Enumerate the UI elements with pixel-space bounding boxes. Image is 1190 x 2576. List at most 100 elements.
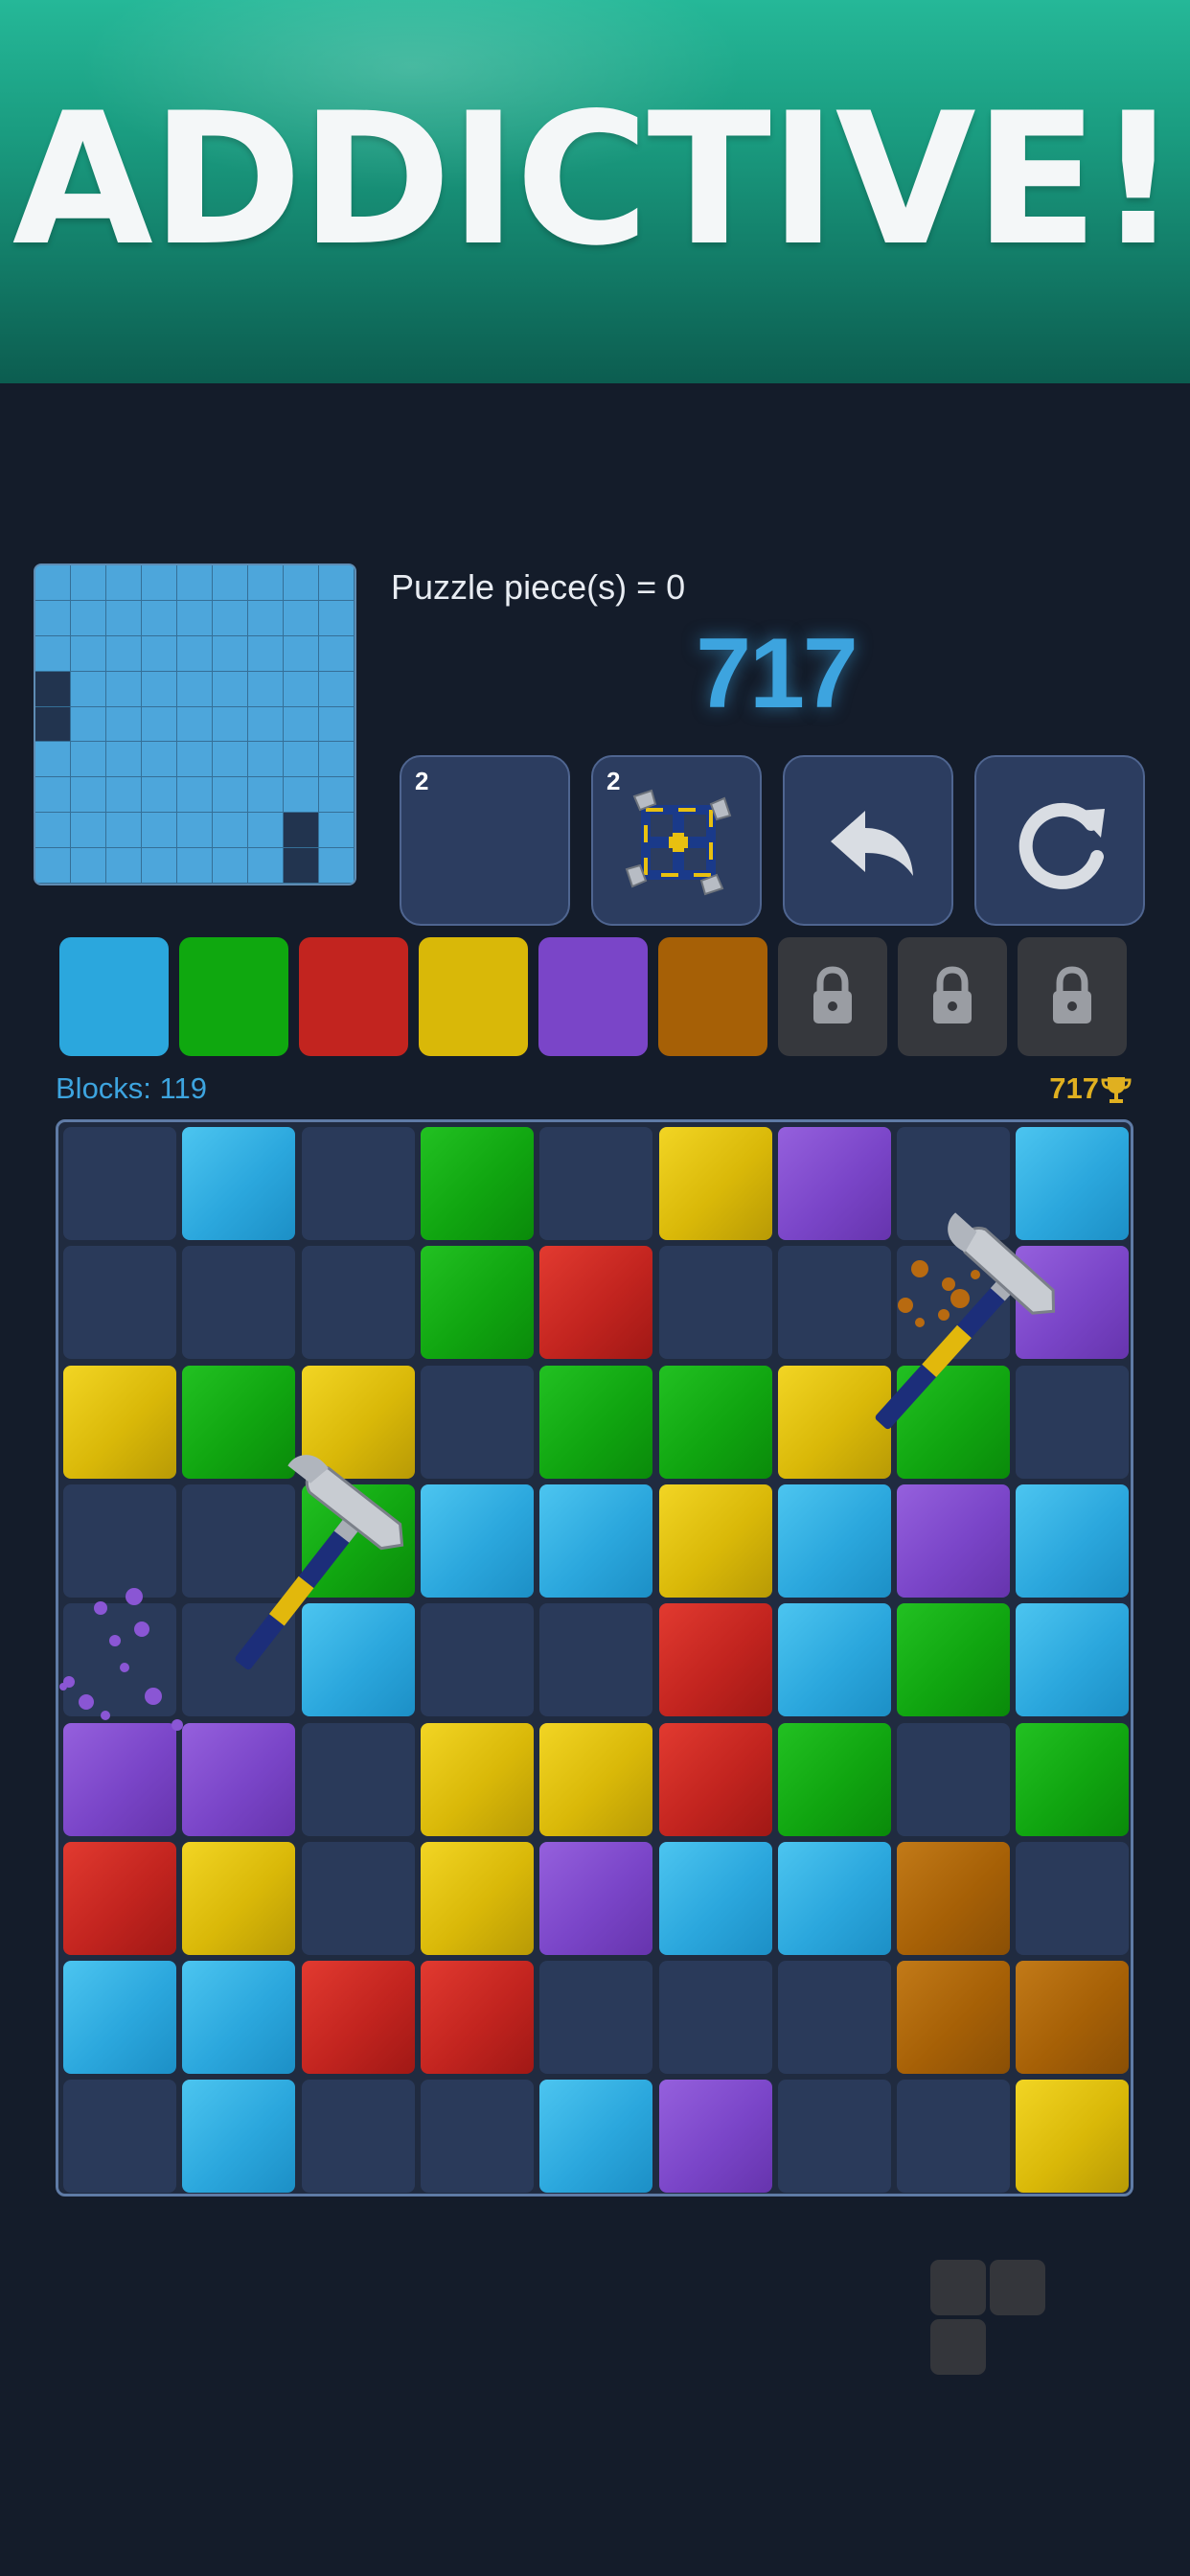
mini-board-cell [319,706,355,743]
board-cell-empty[interactable] [420,2080,534,2194]
board-cell-empty[interactable] [539,1127,653,1240]
mini-board-cell [71,813,106,849]
board-cell-empty[interactable] [658,1246,772,1360]
board-block-blue[interactable] [539,2080,653,2194]
board-block-blue[interactable] [63,1961,176,2075]
board-cell-empty[interactable] [63,1246,176,1360]
board-block-orange[interactable] [897,1841,1011,1955]
board-cell-empty[interactable] [301,1841,415,1955]
empty-tool-button[interactable]: 2 [400,755,570,926]
board-block-purple[interactable] [777,1127,891,1240]
board-block-yellow[interactable] [658,1127,772,1240]
color-swatch[interactable] [658,937,767,1056]
board-cell-empty[interactable] [301,1127,415,1240]
board-block-green[interactable] [420,1246,534,1360]
color-swatch[interactable] [59,937,169,1056]
game-board[interactable] [56,1119,1133,2196]
board-cell-empty[interactable] [301,1246,415,1360]
board-block-purple[interactable] [63,1722,176,1836]
board-block-blue[interactable] [182,2080,296,2194]
board-block-blue[interactable] [1016,1127,1130,1240]
board-block-purple[interactable] [897,1484,1011,1598]
board-cell-empty[interactable] [1016,1365,1130,1479]
board-cell-empty[interactable] [897,1127,1011,1240]
board-cell-empty[interactable] [182,1484,296,1598]
board-cell-empty[interactable] [539,1961,653,2075]
board-block-yellow[interactable] [1016,2080,1130,2194]
board-block-blue[interactable] [182,1127,296,1240]
board-block-orange[interactable] [1016,1961,1130,2075]
board-cell-empty[interactable] [777,1246,891,1360]
board-block-red[interactable] [63,1841,176,1955]
board-block-green[interactable] [658,1365,772,1479]
board-cell-empty[interactable] [301,1722,415,1836]
board-cell-empty[interactable] [420,1365,534,1479]
board-cell-empty[interactable] [182,1246,296,1360]
board-block-yellow[interactable] [301,1365,415,1479]
current-score: 717 [696,618,858,729]
mini-board-cell [319,671,355,707]
lock-icon [813,966,852,1024]
board-cell-empty[interactable] [63,1127,176,1240]
board-block-yellow[interactable] [420,1722,534,1836]
board-block-blue[interactable] [420,1484,534,1598]
board-block-blue[interactable] [658,1841,772,1955]
board-cell-empty[interactable] [777,2080,891,2194]
board-block-purple[interactable] [182,1722,296,1836]
board-block-red[interactable] [420,1961,534,2075]
board-cell-empty[interactable] [777,1961,891,2075]
mini-board-cell [248,600,284,636]
board-block-orange[interactable] [897,1961,1011,2075]
board-block-green[interactable] [420,1127,534,1240]
board-block-blue[interactable] [301,1603,415,1717]
board-cell-empty[interactable] [897,1246,1011,1360]
color-swatch[interactable] [299,937,408,1056]
restart-button[interactable] [974,755,1145,926]
board-block-blue[interactable] [182,1961,296,2075]
board-block-green[interactable] [897,1365,1011,1479]
board-cell-empty[interactable] [420,1603,534,1717]
board-block-blue[interactable] [777,1603,891,1717]
board-block-blue[interactable] [1016,1603,1130,1717]
board-block-blue[interactable] [539,1484,653,1598]
board-cell-empty[interactable] [1016,1841,1130,1955]
board-cell-empty[interactable] [63,1484,176,1598]
color-swatch[interactable] [419,937,528,1056]
hammers-tool-button[interactable]: 2 [591,755,762,926]
board-block-purple[interactable] [658,2080,772,2194]
undo-button[interactable] [783,755,953,926]
board-block-yellow[interactable] [420,1841,534,1955]
mini-board-cell [213,813,248,849]
board-cell-empty[interactable] [63,1603,176,1717]
board-block-red[interactable] [658,1722,772,1836]
board-block-red[interactable] [539,1246,653,1360]
board-block-green[interactable] [1016,1722,1130,1836]
board-block-green[interactable] [777,1722,891,1836]
board-block-green[interactable] [897,1603,1011,1717]
board-block-green[interactable] [539,1365,653,1479]
board-block-yellow[interactable] [658,1484,772,1598]
board-block-yellow[interactable] [539,1722,653,1836]
board-cell-empty[interactable] [182,1603,296,1717]
board-block-blue[interactable] [777,1484,891,1598]
board-block-green[interactable] [182,1365,296,1479]
board-block-blue[interactable] [777,1841,891,1955]
board-block-purple[interactable] [1016,1246,1130,1360]
color-swatch[interactable] [179,937,288,1056]
board-cell-empty[interactable] [63,2080,176,2194]
board-cell-empty[interactable] [539,1603,653,1717]
board-cell-empty[interactable] [658,1961,772,2075]
board-cell-empty[interactable] [301,2080,415,2194]
board-block-red[interactable] [301,1961,415,2075]
board-block-green[interactable] [301,1484,415,1598]
board-cell-empty[interactable] [897,1722,1011,1836]
board-cell-empty[interactable] [897,2080,1011,2194]
mini-board-cell [106,565,142,601]
color-swatch[interactable] [538,937,648,1056]
board-block-purple[interactable] [539,1841,653,1955]
board-block-yellow[interactable] [63,1365,176,1479]
board-block-yellow[interactable] [182,1841,296,1955]
board-block-red[interactable] [658,1603,772,1717]
board-block-blue[interactable] [1016,1484,1130,1598]
board-block-yellow[interactable] [777,1365,891,1479]
